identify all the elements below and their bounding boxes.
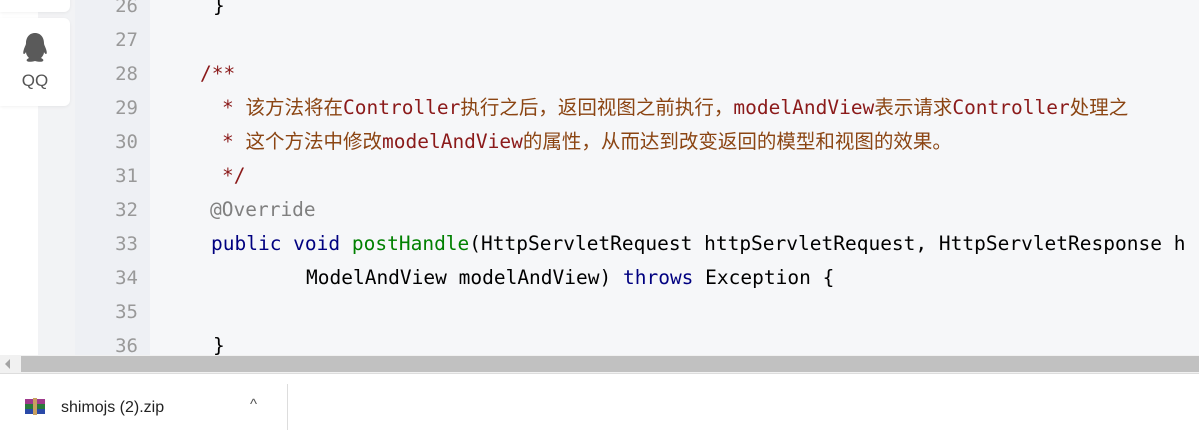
line-number: 30 xyxy=(115,131,138,153)
code-line: ModelAndView modelAndView) throws Except… xyxy=(306,261,834,295)
share-qq-button[interactable]: QQ xyxy=(0,18,70,106)
code-token: modelAndView xyxy=(382,130,523,153)
code-token: postHandle xyxy=(351,232,470,255)
code-token: ModelAndView modelAndView) xyxy=(306,266,623,289)
chevron-up-icon[interactable]: ^ xyxy=(250,396,257,413)
line-number: 31 xyxy=(115,165,138,187)
line-number: 32 xyxy=(115,199,138,221)
line-number: 26 xyxy=(115,0,138,17)
code-token: Exception { xyxy=(705,266,835,289)
code-block: }/** * 该方法将在Controller执行之后，返回视图之前执行，model… xyxy=(150,0,1199,355)
code-token: Controller xyxy=(343,96,461,119)
line-number: 29 xyxy=(115,97,138,119)
code-token: 处理之 xyxy=(1069,96,1129,119)
code-token: public void xyxy=(211,232,352,255)
download-bar: shimojs (2).zip ^ xyxy=(0,373,1199,433)
code-line: } xyxy=(213,0,225,23)
code-token: /** xyxy=(200,62,236,85)
code-token: modelAndView xyxy=(733,96,875,119)
code-token: } xyxy=(213,334,225,355)
code-line: public void postHandle(HttpServletReques… xyxy=(211,227,1185,261)
code-line: * 这个方法中修改modelAndView的属性，从而达到改变返回的模型和视图的… xyxy=(222,125,952,159)
share-card-previous[interactable] xyxy=(0,0,70,12)
line-number-gutter: 26 27 28 29 30 31 32 33 34 35 36 xyxy=(75,0,150,357)
code-token: 该方法将在 xyxy=(245,96,343,119)
code-token: 表示请求 xyxy=(874,96,953,119)
qq-penguin-icon xyxy=(23,33,47,62)
code-line: } xyxy=(213,329,225,355)
code-token: * xyxy=(222,130,246,153)
code-token: Controller xyxy=(952,96,1070,119)
line-number: 34 xyxy=(115,267,138,289)
code-token: } xyxy=(213,0,225,17)
code-line: @Override xyxy=(210,193,316,227)
line-number: 35 xyxy=(115,301,138,323)
line-number: 33 xyxy=(115,233,138,255)
sidebar: QQ xyxy=(0,0,75,355)
code-token: 执行之后，返回视图之前执行， xyxy=(460,96,734,119)
line-number: 27 xyxy=(115,29,138,51)
horizontal-scrollbar[interactable] xyxy=(0,355,1199,373)
divider xyxy=(287,384,288,430)
code-line: * 该方法将在Controller执行之后，返回视图之前执行，modelAndV… xyxy=(222,91,1128,125)
scroll-left-arrow-icon[interactable] xyxy=(5,359,10,369)
code-token: (HttpServletRequest httpServletRequest, … xyxy=(469,232,1186,255)
code-line: */ xyxy=(222,159,245,193)
scrollbar-thumb[interactable] xyxy=(21,356,1199,372)
download-item[interactable]: shimojs (2).zip ^ xyxy=(0,374,287,434)
line-number: 28 xyxy=(115,63,138,85)
qq-label: QQ xyxy=(21,71,49,90)
code-token: * xyxy=(222,96,246,119)
download-file-name: shimojs (2).zip xyxy=(61,399,165,416)
code-token: 的属性，从而达到改变返回的模型和视图的效果。 xyxy=(522,130,952,153)
code-token: 这个方法中修改 xyxy=(245,130,382,153)
code-token: @Override xyxy=(210,198,316,221)
code-token: */ xyxy=(222,164,246,187)
code-token: throws xyxy=(622,266,706,289)
winrar-archive-icon xyxy=(25,398,45,415)
code-line: /** xyxy=(200,57,235,91)
